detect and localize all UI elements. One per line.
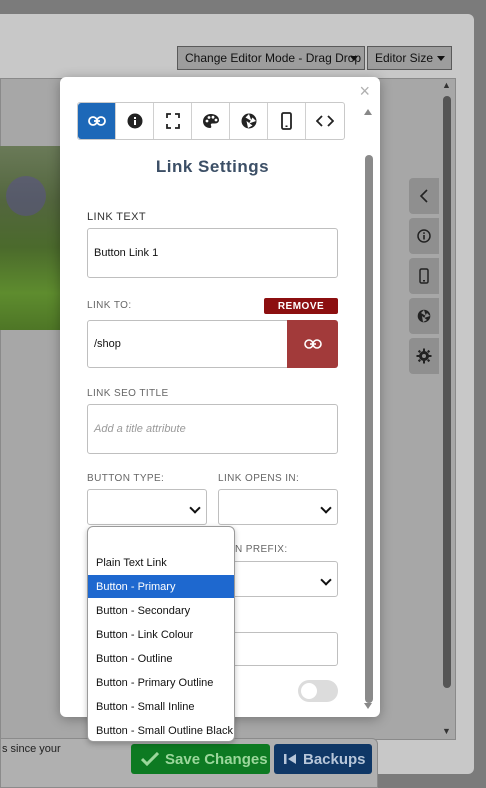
dropdown-option[interactable]: Button - Small Inline: [88, 695, 234, 718]
modal-scrollbar[interactable]: [363, 103, 375, 715]
skip-back-icon: [284, 754, 296, 764]
link-text-input[interactable]: Button Link 1: [87, 228, 338, 278]
aperture-button[interactable]: [409, 298, 439, 334]
scroll-up-icon[interactable]: ▲: [442, 80, 451, 90]
link-icon: [87, 116, 106, 126]
modal-title: Link Settings: [155, 157, 270, 176]
backups-label: Backups: [303, 750, 366, 768]
expand-icon: [165, 113, 180, 129]
close-icon[interactable]: ×: [359, 81, 370, 102]
aperture-icon: [417, 309, 431, 323]
mobile-button[interactable]: [409, 258, 439, 294]
button-type-label: BUTTON TYPE:: [87, 473, 165, 484]
dropdown-option[interactable]: Button - Secondary: [88, 599, 234, 622]
save-changes-label: Save Changes: [165, 750, 268, 768]
remove-link-button[interactable]: REMOVE: [264, 298, 338, 314]
dropdown-option[interactable]: Button - Small Outline Black: [88, 719, 234, 741]
code-icon: [316, 115, 334, 127]
scroll-down-icon[interactable]: ▼: [442, 726, 451, 736]
tab-info[interactable]: [116, 103, 154, 139]
mobile-icon: [419, 268, 429, 284]
tab-mobile[interactable]: [268, 103, 306, 139]
canvas-image: [0, 146, 62, 330]
link-opens-in-label: LINK OPENS IN:: [218, 473, 300, 484]
tab-colors[interactable]: [192, 103, 230, 139]
save-changes-button[interactable]: Save Changes: [131, 744, 270, 774]
scroll-up-icon[interactable]: [364, 105, 372, 115]
mobile-icon: [281, 112, 292, 130]
button-type-dropdown[interactable]: Plain Text Link Button - Primary Button …: [87, 526, 235, 742]
button-type-select[interactable]: [87, 489, 207, 525]
extra-input[interactable]: [218, 632, 338, 666]
settings-button[interactable]: [409, 338, 439, 374]
tab-size[interactable]: [154, 103, 192, 139]
check-icon: [141, 752, 159, 766]
canvas-scrollbar[interactable]: ▲ ▼: [440, 80, 454, 740]
tab-aperture[interactable]: [230, 103, 268, 139]
dropdown-option[interactable]: Button - Primary Outline: [88, 671, 234, 694]
toggle-switch[interactable]: [298, 680, 338, 702]
chevron-left-icon: [419, 189, 428, 203]
prefix-select[interactable]: [218, 561, 338, 597]
modal-scroll-thumb[interactable]: [365, 155, 373, 703]
backups-button[interactable]: Backups: [274, 744, 372, 774]
info-icon: [127, 113, 142, 129]
canvas-scroll-thumb[interactable]: [443, 96, 451, 688]
dropdown-option[interactable]: [88, 527, 234, 550]
footer-notice: s since your: [2, 743, 61, 755]
info-button[interactable]: [409, 218, 439, 254]
editor-size-select[interactable]: Editor Size: [367, 46, 452, 70]
tab-code[interactable]: [306, 103, 344, 139]
link-picker-button[interactable]: [287, 320, 338, 368]
scroll-down-icon[interactable]: [364, 703, 372, 713]
dropdown-option[interactable]: Button - Link Colour: [88, 623, 234, 646]
editor-mode-select[interactable]: Change Editor Mode - Drag Drop: [177, 46, 365, 70]
side-toolbar: [409, 178, 439, 378]
link-to-input[interactable]: /shop: [87, 320, 288, 368]
dropdown-option[interactable]: Plain Text Link: [88, 551, 234, 574]
aperture-icon: [241, 113, 256, 129]
link-icon: [303, 339, 322, 349]
link-text-label: LINK TEXT: [87, 211, 147, 223]
link-opens-in-select[interactable]: [218, 489, 338, 525]
tab-link[interactable]: [78, 103, 116, 139]
gear-icon: [416, 348, 432, 364]
seo-title-label: LINK SEO TITLE: [87, 388, 169, 399]
collapse-button[interactable]: [409, 178, 439, 214]
settings-tabs: [77, 102, 345, 140]
link-to-label: LINK TO:: [87, 300, 132, 311]
palette-icon: [202, 114, 219, 128]
prefix-label: N PREFIX:: [235, 544, 288, 555]
seo-title-input[interactable]: Add a title attribute: [87, 404, 338, 454]
dropdown-option-selected[interactable]: Button - Primary: [88, 575, 234, 598]
info-icon: [417, 229, 431, 243]
dropdown-option[interactable]: Button - Outline: [88, 647, 234, 670]
